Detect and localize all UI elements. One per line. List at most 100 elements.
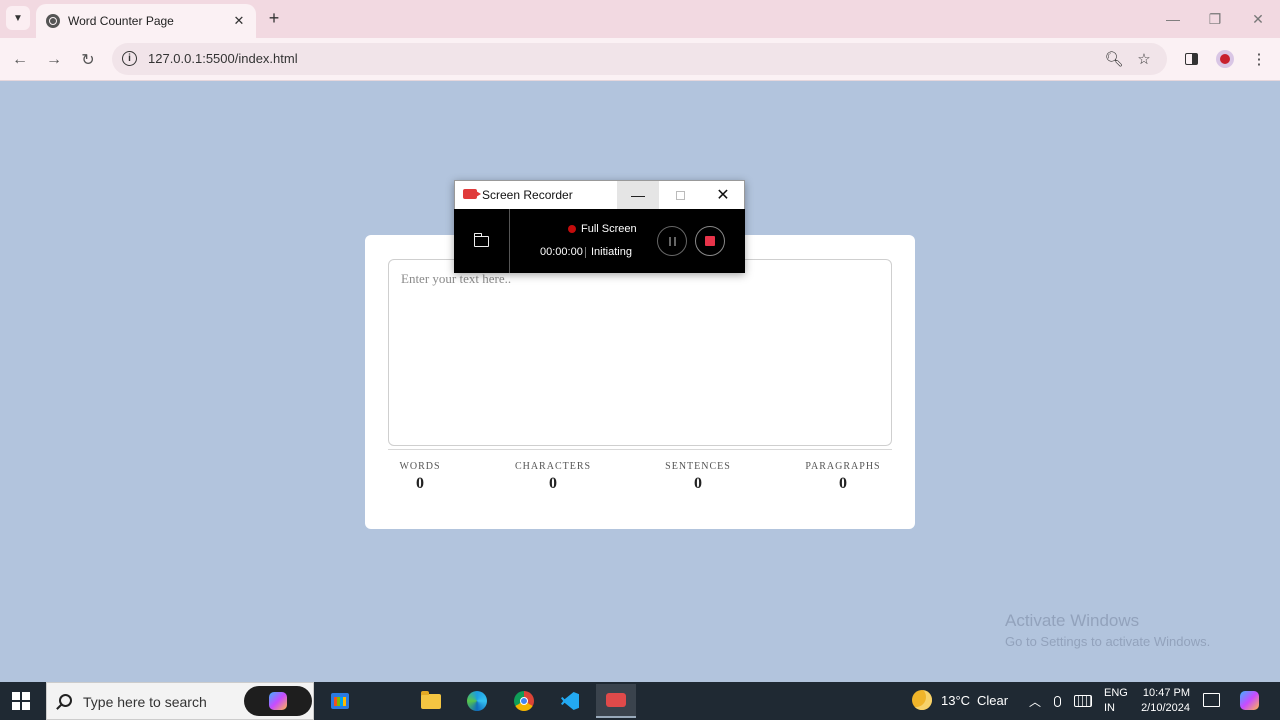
browser-tab-bar: ▼ Word Counter Page ✕ + — ❐ ✕	[0, 0, 1280, 38]
address-bar[interactable]: i 127.0.0.1:5500/index.html 🔍︎ ☆	[112, 43, 1167, 75]
recorder-close-button[interactable]: ✕	[701, 181, 745, 209]
reload-button[interactable]: ↻	[75, 47, 101, 73]
maximize-icon	[675, 190, 685, 200]
microphone-icon	[1053, 695, 1061, 707]
window-minimize-button[interactable]: —	[1158, 8, 1188, 30]
stat-value: 0	[839, 475, 847, 492]
microphone-button[interactable]	[1048, 692, 1066, 710]
browser-menu-button[interactable]: ⋮	[1248, 48, 1270, 70]
word-counter-card: WORDS 0 CHARACTERS 0 SENTENCES 0 PARAGRA…	[365, 235, 915, 529]
show-hidden-icons-button[interactable]: ︿	[1026, 692, 1044, 710]
copilot-icon[interactable]	[1240, 691, 1259, 710]
windows-taskbar: Type here to search 13°C Clear ︿ ENG IN …	[0, 682, 1280, 720]
windows-logo-icon	[12, 702, 20, 710]
star-icon[interactable]: ☆	[1134, 49, 1154, 69]
file-explorer-icon	[421, 690, 441, 709]
screen-recorder-window: Screen Recorder — ✕ Full Screen 00:00:00…	[454, 180, 745, 273]
windows-logo-icon	[22, 692, 30, 700]
stat-value: 0	[693, 475, 702, 492]
window-close-button[interactable]: ✕	[1243, 8, 1273, 30]
taskbar-app-vscode[interactable]	[550, 684, 590, 718]
stat-value: 0	[416, 475, 424, 492]
search-placeholder[interactable]: Type here to search	[83, 694, 207, 710]
window-restore-button[interactable]: ❐	[1200, 8, 1230, 30]
stat-label: SENTENCES	[665, 461, 731, 472]
keyboard-icon	[1074, 695, 1092, 707]
stop-icon	[705, 236, 715, 246]
stat-value: 0	[549, 475, 557, 492]
recorder-minimize-button[interactable]: —	[617, 181, 659, 209]
folder-icon	[473, 232, 489, 247]
system-clock[interactable]: 10:47 PM 2/10/2024	[1138, 686, 1190, 716]
stat-words: WORDS 0	[399, 461, 440, 493]
start-button[interactable]	[12, 692, 30, 710]
region-code: IN	[1104, 702, 1115, 714]
copilot-search-button[interactable]	[244, 686, 312, 716]
stat-characters: CHARACTERS 0	[515, 461, 591, 493]
vscode-icon	[561, 692, 579, 710]
recorder-maximize-button	[659, 181, 701, 209]
clock-date: 2/10/2024	[1141, 702, 1190, 714]
windows-logo-icon	[12, 692, 20, 700]
tab-title: Word Counter Page	[68, 14, 174, 28]
forward-button[interactable]: →	[41, 47, 67, 73]
search-icon	[59, 694, 72, 707]
avatar	[1216, 50, 1234, 68]
stop-button[interactable]	[695, 226, 725, 256]
taskbar-app-edge[interactable]	[457, 684, 497, 718]
stat-paragraphs: PARAGRAPHS 0	[805, 461, 880, 493]
tab-search-button[interactable]: ▼	[6, 6, 30, 30]
video-camera-icon	[463, 189, 481, 199]
chevron-up-icon: ︿	[1028, 694, 1041, 709]
recording-status: Initiating	[591, 246, 632, 258]
zoom-icon[interactable]: 🔍︎	[1104, 49, 1124, 69]
recording-timer: 00:00:00	[540, 246, 583, 258]
screen-recorder-icon	[606, 693, 626, 707]
moon-weather-icon[interactable]	[912, 690, 932, 710]
arrow-right-icon: →	[46, 51, 62, 68]
url-text[interactable]: 127.0.0.1:5500/index.html	[148, 51, 298, 66]
recorder-title: Screen Recorder	[482, 188, 573, 202]
language-code: ENG	[1104, 687, 1128, 699]
browser-toolbar: ← → ↻ i 127.0.0.1:5500/index.html 🔍︎ ☆ ⋮	[0, 38, 1280, 81]
stat-label: CHARACTERS	[514, 461, 592, 472]
recorder-body: Full Screen 00:00:00 Initiating	[454, 209, 745, 273]
more-vertical-icon: ⋮	[1251, 51, 1267, 68]
back-button[interactable]: ←	[7, 47, 33, 73]
tab-close-button[interactable]: ✕	[230, 12, 248, 30]
reload-icon: ↻	[81, 52, 95, 69]
taskbar-search[interactable]: Type here to search	[46, 682, 314, 720]
open-folder-button[interactable]	[454, 209, 510, 273]
watermark-title: Activate Windows	[1005, 611, 1140, 630]
weather-condition[interactable]: Clear	[977, 693, 1008, 708]
pause-icon	[668, 236, 676, 246]
recorder-title-bar[interactable]: Screen Recorder — ✕	[454, 180, 745, 209]
site-info-icon[interactable]: i	[122, 51, 137, 66]
pause-button[interactable]	[657, 226, 687, 256]
arrow-left-icon: ←	[12, 51, 28, 68]
input-language[interactable]: ENG IN	[1104, 686, 1128, 716]
record-dot-icon	[568, 225, 576, 233]
touch-keyboard-button[interactable]	[1074, 692, 1092, 710]
separator	[585, 247, 586, 258]
taskbar-app-file-explorer[interactable]	[411, 684, 451, 718]
chevron-down-icon: ▼	[13, 12, 23, 24]
taskbar-app-screen-recorder[interactable]	[596, 684, 636, 718]
taskbar-app-store[interactable]	[320, 684, 360, 718]
side-panel-button[interactable]	[1180, 48, 1202, 70]
new-tab-button[interactable]: +	[264, 8, 284, 28]
side-panel-icon	[1184, 53, 1198, 65]
chrome-icon	[514, 691, 534, 711]
notification-icon[interactable]	[1203, 693, 1220, 707]
text-input[interactable]	[388, 259, 892, 446]
clock-time: 10:47 PM	[1142, 687, 1190, 699]
divider	[388, 449, 892, 450]
globe-icon	[46, 14, 60, 28]
copilot-icon	[269, 692, 287, 710]
profile-button[interactable]	[1214, 48, 1236, 70]
weather-temperature[interactable]: 13°C	[941, 693, 970, 708]
stat-label: PARAGRAPHS	[805, 461, 881, 472]
browser-tab[interactable]: Word Counter Page ✕	[36, 4, 256, 38]
taskbar-app-chrome[interactable]	[504, 684, 544, 718]
watermark-subtitle: Go to Settings to activate Windows.	[1005, 634, 1211, 649]
